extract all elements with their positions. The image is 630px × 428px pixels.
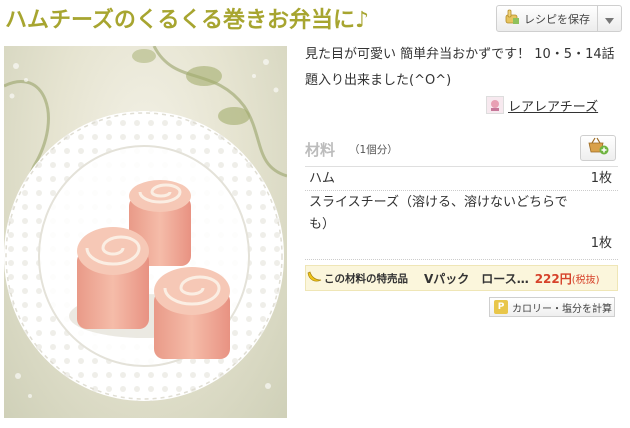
dropdown-arrow-icon [605, 9, 615, 28]
ingredient-quantity: 1枚 [590, 236, 612, 251]
sale-label: この材料の特売品 [324, 272, 408, 285]
ingredients-serving: （1個分） [349, 143, 398, 156]
banana-icon [306, 270, 322, 287]
basket-add-icon [587, 137, 609, 159]
recipe-description: 見た目が可愛い 簡単弁当おかずです！ 10・5・14話題入り出来ました(^O^) [305, 47, 615, 88]
save-hand-icon [504, 9, 520, 29]
calorie-calc-button[interactable]: P カロリー・塩分を計算 [489, 297, 615, 317]
ingredient-row: スライスチーズ（溶ける、溶けないどちらでも） 1枚 [305, 191, 618, 260]
save-recipe-group: レシピを保存 [496, 5, 622, 32]
author-avatar-icon[interactable] [486, 96, 504, 114]
calorie-badge-icon: P [494, 300, 508, 314]
ingredient-row: ハム 1枚 [305, 166, 618, 191]
ingredient-quantity: 1枚 [590, 171, 612, 186]
add-to-basket-button[interactable] [580, 135, 616, 161]
author-row: レアレアチーズ [486, 94, 598, 116]
recipe-photo[interactable] [4, 46, 287, 418]
sale-item-banner[interactable]: この材料の特売品 Vパック ロース… 222円 (税抜) [305, 265, 618, 291]
recipe-title: ハムチーズのくるくる巻きお弁当に♪ [5, 8, 370, 33]
sale-tax: (税抜) [571, 274, 600, 286]
save-recipe-label: レシピを保存 [524, 12, 590, 26]
sale-product: Vパック ロース… [424, 271, 529, 286]
ingredients-list: ハム 1枚 スライスチーズ（溶ける、溶けないどちらでも） 1枚 [305, 166, 618, 260]
author-link[interactable]: レアレアチーズ [508, 96, 598, 115]
save-dropdown-button[interactable] [598, 6, 621, 31]
sale-price: 222円 [534, 271, 572, 286]
ingredient-name: スライスチーズ（溶ける、溶けないどちらでも） [309, 195, 568, 232]
save-recipe-button[interactable]: レシピを保存 [497, 6, 599, 31]
ingredients-title: 材料 [305, 140, 336, 159]
ingredients-header: 材料 （1個分） [305, 133, 618, 165]
calorie-calc-label: カロリー・塩分を計算 [512, 303, 612, 315]
ingredient-name: ハム [309, 171, 336, 186]
